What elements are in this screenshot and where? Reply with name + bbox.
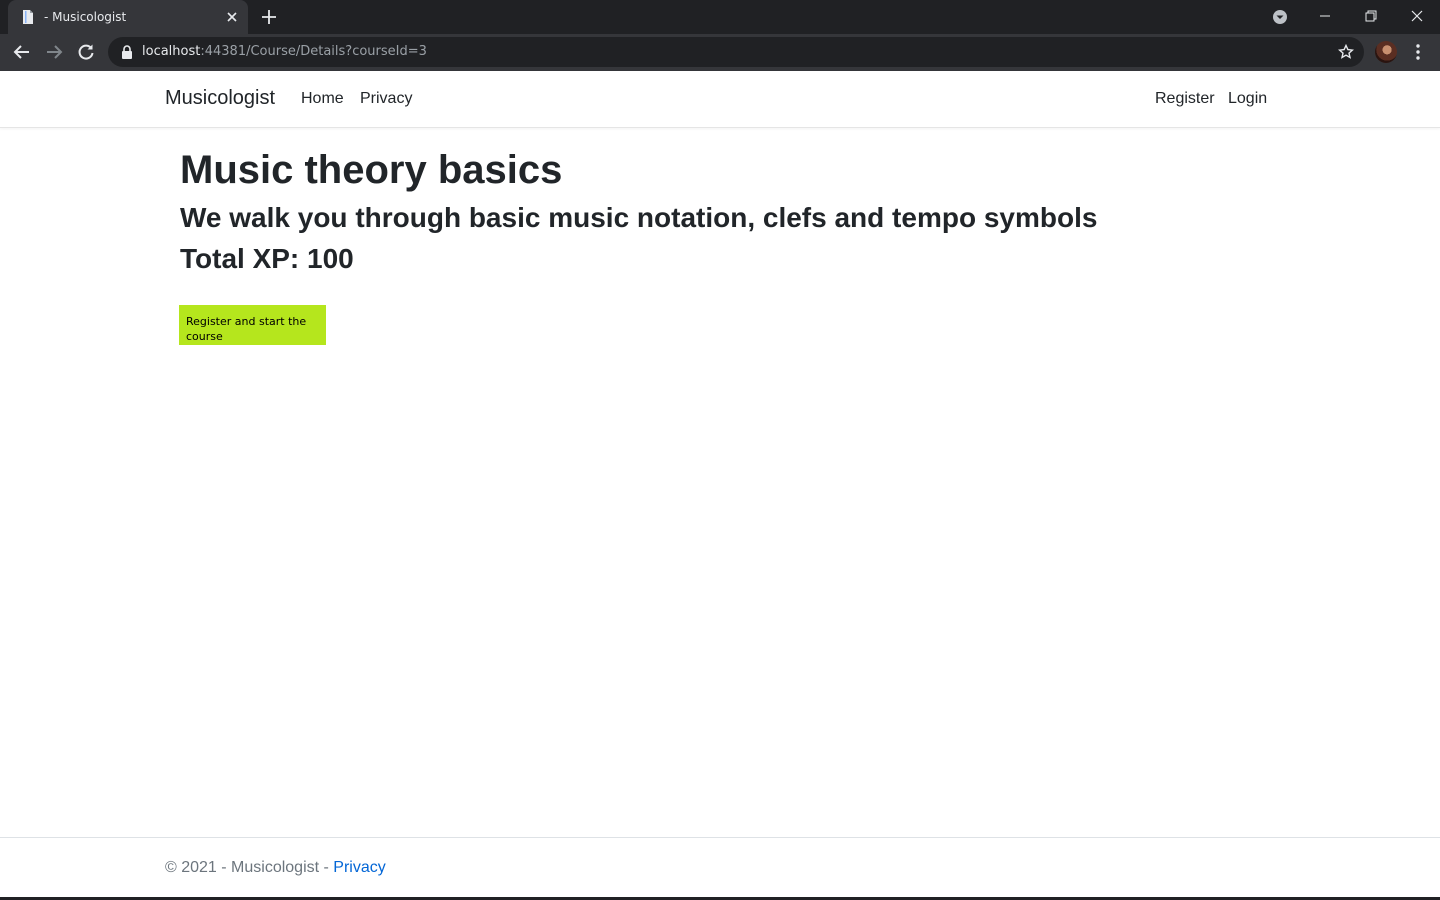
back-arrow-icon[interactable] [12,42,32,62]
forward-arrow-icon[interactable] [44,42,64,62]
lock-icon[interactable] [121,45,133,59]
nav-link-login[interactable]: Login [1228,90,1267,108]
tab-strip: - Musicologist [0,0,1440,34]
url-host: localhost [142,44,201,59]
site-navbar: Musicologist Home Privacy Register Login [0,71,1440,128]
tab-title: - Musicologist [44,10,127,24]
footer-copyright: © 2021 - Musicologist - [165,859,334,876]
site-footer: © 2021 - Musicologist - Privacy [0,837,1440,898]
course-total-xp: Total XP: 100 [180,243,354,274]
url-text: localhost:44381/Course/Details?courseId=… [142,44,427,59]
address-bar[interactable]: localhost:44381/Course/Details?courseId=… [108,37,1364,67]
profile-avatar[interactable] [1375,41,1397,63]
page-icon [23,10,33,24]
more-menu-icon[interactable] [1410,43,1426,61]
browser-tab[interactable]: - Musicologist [8,0,248,34]
restore-button[interactable] [1348,0,1394,32]
close-tab-icon[interactable] [224,9,240,25]
nav-link-privacy[interactable]: Privacy [360,90,412,108]
restore-icon [1365,10,1377,22]
reload-icon[interactable] [76,42,96,62]
course-title: Music theory basics [180,148,563,192]
nav-link-register[interactable]: Register [1155,90,1215,108]
browser-toolbar: localhost:44381/Course/Details?courseId=… [0,34,1440,71]
bookmark-star-icon[interactable] [1338,44,1354,60]
browser-window-frame: - Musicologist localhost:44381/Course/De… [0,0,1440,71]
minimize-button[interactable] [1302,0,1348,32]
tab-search-icon[interactable] [1272,9,1288,25]
brand-link[interactable]: Musicologist [165,87,275,110]
nav-link-home[interactable]: Home [301,90,344,108]
course-description: We walk you through basic music notation… [180,202,1098,233]
footer-text: © 2021 - Musicologist - Privacy [165,859,386,877]
close-icon [1411,10,1423,22]
minimize-icon [1320,15,1330,17]
url-path: :44381/Course/Details?courseId=3 [200,44,427,59]
register-and-start-button[interactable]: Register and start the course [179,305,326,345]
new-tab-icon[interactable] [260,8,278,26]
footer-privacy-link[interactable]: Privacy [333,859,385,876]
close-window-button[interactable] [1394,0,1440,32]
